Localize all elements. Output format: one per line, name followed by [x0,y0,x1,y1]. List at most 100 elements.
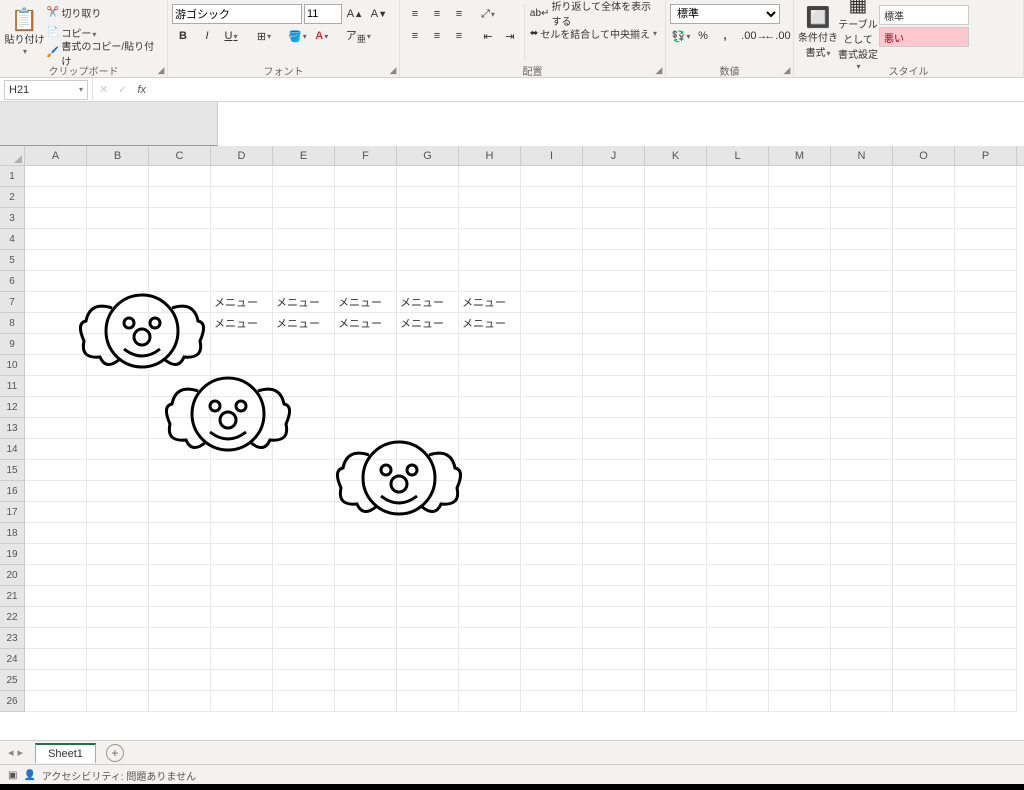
cell-C14[interactable] [149,439,211,460]
cell-J2[interactable] [583,187,645,208]
cell-C20[interactable] [149,565,211,586]
cell-J8[interactable] [583,313,645,334]
cell-A19[interactable] [25,544,87,565]
cell-C11[interactable] [149,376,211,397]
cell-M23[interactable] [769,628,831,649]
cell-A10[interactable] [25,355,87,376]
cell-H19[interactable] [459,544,521,565]
cell-M3[interactable] [769,208,831,229]
cell-K25[interactable] [645,670,707,691]
fill-color-button[interactable]: 🪣 [286,25,309,47]
cell-B24[interactable] [87,649,149,670]
alignment-dialog-launcher[interactable]: ◢ [653,65,665,77]
cell-A17[interactable] [25,502,87,523]
cell-N23[interactable] [831,628,893,649]
cell-E17[interactable] [273,502,335,523]
row-header-5[interactable]: 5 [0,250,24,271]
cell-P20[interactable] [955,565,1017,586]
cell-L18[interactable] [707,523,769,544]
cell-O22[interactable] [893,607,955,628]
cell-D14[interactable] [211,439,273,460]
cell-D21[interactable] [211,586,273,607]
cell-H7[interactable]: メニュー [459,292,521,313]
cell-B16[interactable] [87,481,149,502]
cell-M21[interactable] [769,586,831,607]
font-name-input[interactable] [172,4,302,24]
cell-J1[interactable] [583,166,645,187]
cell-D10[interactable] [211,355,273,376]
cell-K16[interactable] [645,481,707,502]
cell-P2[interactable] [955,187,1017,208]
cell-O15[interactable] [893,460,955,481]
cell-E10[interactable] [273,355,335,376]
cell-C13[interactable] [149,418,211,439]
cell-A18[interactable] [25,523,87,544]
cell-D6[interactable] [211,271,273,292]
cell-K11[interactable] [645,376,707,397]
bold-button[interactable]: B [172,25,194,47]
cell-A3[interactable] [25,208,87,229]
cell-style-normal[interactable]: 標準 [879,5,969,25]
cell-I5[interactable] [521,250,583,271]
cell-D17[interactable] [211,502,273,523]
cell-H9[interactable] [459,334,521,355]
row-header-6[interactable]: 6 [0,271,24,292]
font-size-input[interactable] [304,4,342,24]
cell-P8[interactable] [955,313,1017,334]
cell-C16[interactable] [149,481,211,502]
cell-J6[interactable] [583,271,645,292]
cell-D5[interactable] [211,250,273,271]
cells-area[interactable]: メニューメニューメニューメニューメニューメニューメニューメニューメニューメニュー [25,166,1024,732]
cell-O21[interactable] [893,586,955,607]
column-header-A[interactable]: A [25,146,87,165]
cell-L24[interactable] [707,649,769,670]
cell-J4[interactable] [583,229,645,250]
cell-N6[interactable] [831,271,893,292]
cell-E14[interactable] [273,439,335,460]
cell-D2[interactable] [211,187,273,208]
cell-J19[interactable] [583,544,645,565]
cell-F16[interactable] [335,481,397,502]
cell-D15[interactable] [211,460,273,481]
cell-B17[interactable] [87,502,149,523]
cell-G16[interactable] [397,481,459,502]
increase-font-button[interactable]: A▲ [344,3,366,25]
column-header-F[interactable]: F [335,146,397,165]
cell-J15[interactable] [583,460,645,481]
row-header-1[interactable]: 1 [0,166,24,187]
cell-N2[interactable] [831,187,893,208]
cell-O12[interactable] [893,397,955,418]
cell-G3[interactable] [397,208,459,229]
cell-A9[interactable] [25,334,87,355]
row-header-16[interactable]: 16 [0,481,24,502]
accessibility-icon[interactable]: 👤 [23,770,35,781]
cell-M18[interactable] [769,523,831,544]
cell-F11[interactable] [335,376,397,397]
cell-style-bad[interactable]: 悪い [879,27,969,47]
cell-I2[interactable] [521,187,583,208]
cell-F15[interactable] [335,460,397,481]
cell-C6[interactable] [149,271,211,292]
cell-N3[interactable] [831,208,893,229]
cell-F2[interactable] [335,187,397,208]
cell-E11[interactable] [273,376,335,397]
cell-J10[interactable] [583,355,645,376]
cell-K19[interactable] [645,544,707,565]
cell-L14[interactable] [707,439,769,460]
borders-button[interactable]: ⊞ [253,25,275,47]
cell-D8[interactable]: メニュー [211,313,273,334]
cell-H2[interactable] [459,187,521,208]
cell-P25[interactable] [955,670,1017,691]
cell-A25[interactable] [25,670,87,691]
cell-L1[interactable] [707,166,769,187]
cell-F18[interactable] [335,523,397,544]
align-left-button[interactable]: ≡ [404,25,426,47]
cell-G2[interactable] [397,187,459,208]
cell-J14[interactable] [583,439,645,460]
cell-M9[interactable] [769,334,831,355]
cell-B19[interactable] [87,544,149,565]
cell-L9[interactable] [707,334,769,355]
cell-H6[interactable] [459,271,521,292]
cell-N16[interactable] [831,481,893,502]
cell-K13[interactable] [645,418,707,439]
